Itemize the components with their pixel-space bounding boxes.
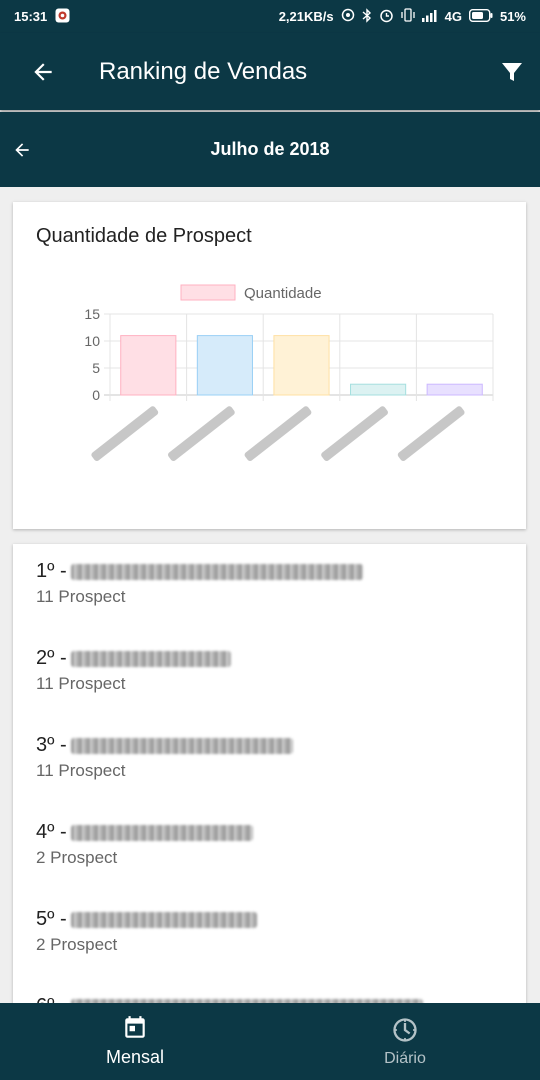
rank-count: 2 Prospect	[36, 848, 118, 867]
legend-swatch	[180, 284, 236, 301]
x-tick-label-redacted	[91, 406, 159, 461]
hotspot-icon	[341, 8, 355, 25]
x-tick-label-redacted	[321, 406, 388, 461]
tab-diario-label: Diário	[384, 1049, 426, 1067]
list-item[interactable]: 2º - 11 Prospect	[13, 631, 526, 718]
rank-count: 11 Prospect	[36, 587, 126, 606]
rank-count: 2 Prospect	[36, 935, 118, 954]
arrow-left-icon	[15, 142, 29, 157]
redacted-name	[70, 824, 253, 841]
x-tick-label-blur	[397, 406, 465, 461]
back-button[interactable]	[0, 33, 86, 110]
list-item[interactable]: 3º - 11 Prospect	[13, 718, 526, 805]
notification-icon	[55, 8, 70, 26]
ranking-list: 1º - 11 Prospect 2º - 11 Prospect 3º - 1…	[13, 544, 526, 1044]
rank-count: 11 Prospect	[36, 761, 126, 780]
legend-label: Quantidade	[244, 285, 322, 302]
x-tick-label-redacted	[244, 406, 312, 461]
clock-icon	[393, 1017, 417, 1042]
rank-position: 4º -	[36, 821, 67, 843]
tab-mensal-label: Mensal	[105, 1047, 165, 1067]
calendar-icon	[125, 1016, 145, 1038]
y-tick-label: 10	[84, 333, 100, 349]
bar	[350, 383, 407, 396]
rank-position: 3º -	[36, 734, 67, 756]
filter-button[interactable]	[484, 33, 540, 110]
app-bar: Ranking de Vendas	[0, 33, 540, 110]
previous-month-button[interactable]	[0, 112, 44, 187]
status-bar: 15:31 2,21KB/s 4G 51%	[0, 0, 540, 33]
battery-icon	[468, 8, 493, 25]
redacted-name	[70, 563, 363, 580]
chart-card: Quantidade de Prospect 0 5 10 15 Quantidade	[13, 202, 526, 529]
signal-icon	[421, 9, 438, 25]
list-item[interactable]: 4º - 2 Prospect	[13, 805, 526, 892]
y-tick-label: 5	[92, 360, 100, 376]
x-tick-label-redacted	[167, 406, 235, 461]
bluetooth-icon	[362, 7, 372, 26]
network-type: 4G	[444, 9, 462, 24]
network-speed: 2,21KB/s	[278, 9, 334, 24]
filter-icon	[502, 62, 522, 81]
list-item[interactable]: 1º - 11 Prospect	[13, 544, 526, 631]
list-item[interactable]: 5º - 2 Prospect	[13, 892, 526, 979]
bar	[120, 335, 177, 396]
tab-diario[interactable]: Diário	[270, 1003, 540, 1080]
x-tick-label-blur	[91, 406, 159, 461]
rank-position: 5º -	[36, 908, 67, 930]
status-time: 15:31	[14, 9, 48, 24]
month-selector: Julho de 2018	[0, 112, 540, 187]
x-tick-label-blur	[321, 406, 388, 461]
alarm-icon	[379, 8, 394, 26]
bar	[273, 335, 330, 396]
bar	[426, 383, 483, 396]
y-tick-label: 0	[92, 387, 100, 403]
x-tick-label-blur	[244, 406, 312, 461]
rank-position: 2º -	[36, 647, 67, 669]
x-tick-label-blur	[167, 406, 235, 461]
redacted-name	[70, 737, 293, 754]
vibrate-icon	[400, 8, 415, 25]
tab-mensal[interactable]: Mensal	[0, 1003, 270, 1080]
arrow-left-icon	[34, 62, 52, 81]
bar-chart: 0 5 10 15 Quantidade	[84, 284, 494, 461]
rank-position: 1º -	[36, 560, 67, 582]
y-tick-label: 15	[84, 306, 100, 322]
page-title: Ranking de Vendas	[99, 57, 308, 85]
redacted-name	[70, 650, 231, 667]
x-tick-label-redacted	[397, 406, 465, 461]
battery-level: 51%	[499, 9, 526, 24]
rank-count: 11 Prospect	[36, 674, 126, 693]
bottom-navigation: Mensal Diário	[0, 1003, 540, 1080]
redacted-name	[70, 911, 257, 928]
bar	[196, 335, 253, 396]
month-label: Julho de 2018	[210, 139, 330, 159]
